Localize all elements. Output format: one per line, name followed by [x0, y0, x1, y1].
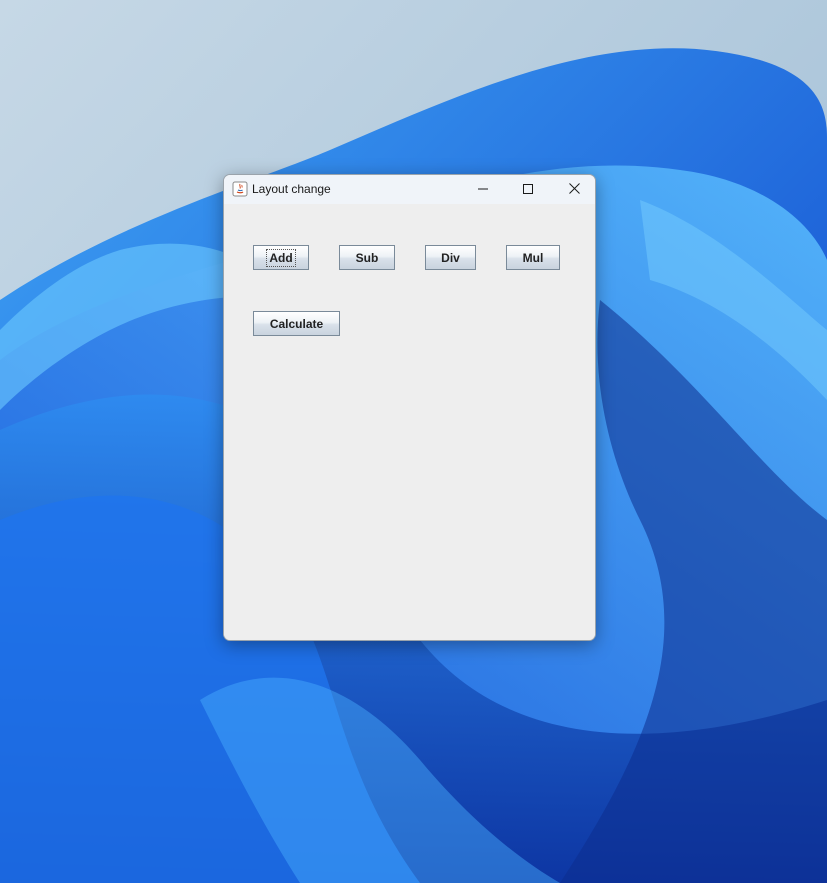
maximize-icon	[523, 181, 533, 199]
div-button[interactable]: Div	[425, 245, 476, 270]
sub-button-label: Sub	[355, 250, 379, 265]
close-button[interactable]	[551, 175, 595, 204]
minimize-icon	[478, 181, 488, 199]
sub-button[interactable]: Sub	[339, 245, 395, 270]
title-bar[interactable]: Layout change	[224, 175, 595, 204]
mul-button[interactable]: Mul	[506, 245, 560, 270]
calculate-button[interactable]: Calculate	[253, 311, 340, 336]
close-icon	[568, 181, 580, 199]
div-button-label: Div	[441, 250, 460, 265]
app-window: Layout change Add Sub Div Mul Calculate	[223, 174, 596, 641]
add-button-label: Add	[266, 248, 296, 267]
content-pane: Add Sub Div Mul Calculate	[224, 204, 595, 640]
minimize-button[interactable]	[460, 175, 506, 204]
java-app-icon	[232, 181, 248, 197]
calculate-button-label: Calculate	[269, 316, 324, 331]
add-button[interactable]: Add	[253, 245, 309, 270]
mul-button-label: Mul	[522, 250, 544, 265]
window-title: Layout change	[252, 182, 331, 196]
maximize-button[interactable]	[505, 175, 551, 204]
